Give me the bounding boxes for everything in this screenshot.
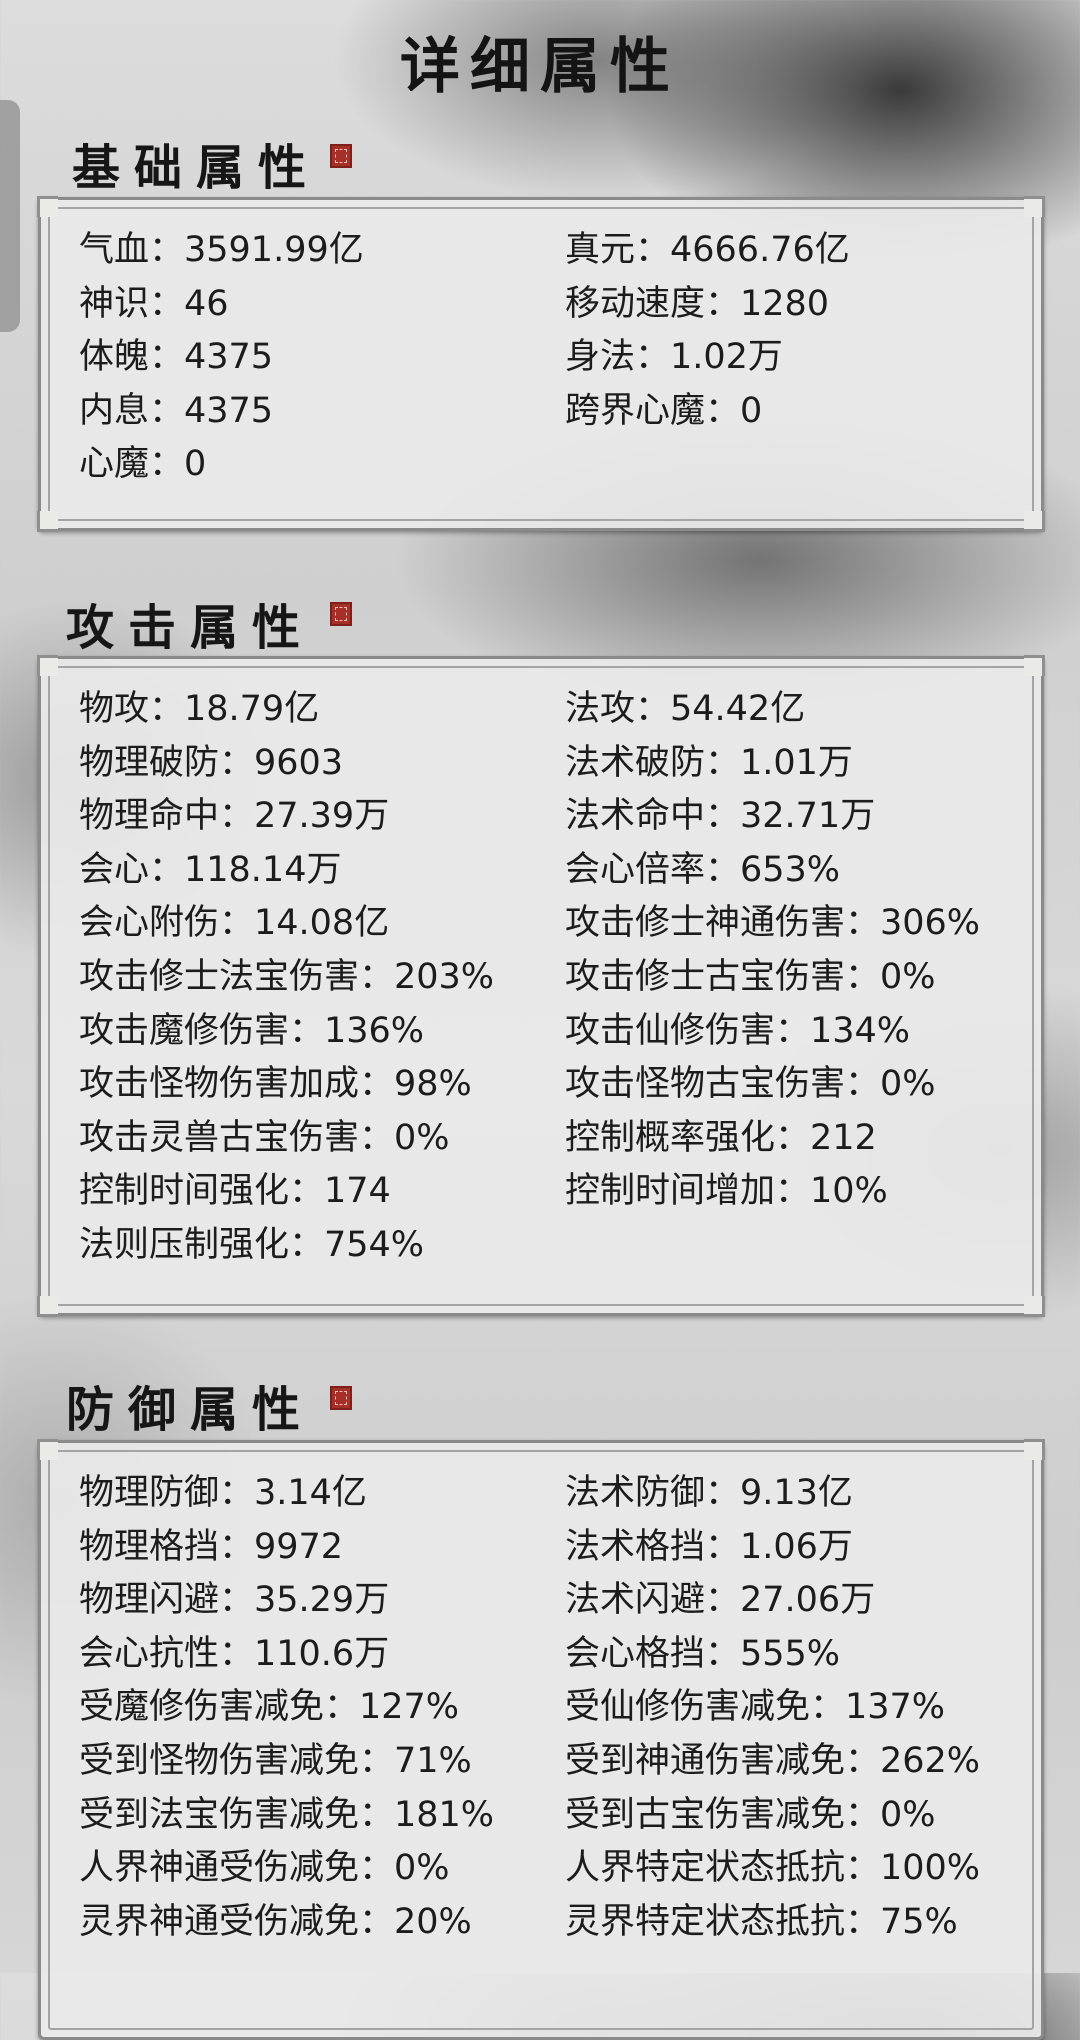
attr-vs-cultivator-ancient: 攻击修士古宝伤害：0% (565, 956, 936, 997)
attr-ancient-damage-reduction: 受到古宝伤害减免：0% (565, 1794, 936, 1835)
page-title: 详细属性 (400, 32, 680, 102)
attr-control-chance: 控制概率强化：212 (565, 1117, 877, 1158)
attr-immortal-damage-reduction: 受仙修伤害减免：137% (565, 1687, 946, 1728)
section-title-defense: 防御属性 (66, 1382, 315, 1438)
seal-stamp-icon (330, 1386, 352, 1410)
attr-crit-resist: 会心抗性：110.6万 (79, 1633, 390, 1674)
seal-stamp-icon (330, 602, 352, 626)
attr-physical-attack: 物攻：18.79亿 (79, 689, 320, 729)
attr-xinmo: 心魔：0 (79, 444, 207, 485)
attr-physical-block: 物理格挡：9972 (79, 1526, 344, 1567)
defense-attributes-grid: 物理防御：3.14亿 法术防御：9.13亿 物理格挡：9972 法术格挡：1.0… (79, 1467, 1021, 1949)
attr-magic-attack: 法攻：54.42亿 (565, 689, 806, 729)
attr-vs-cultivator-artifact: 攻击修士法宝伤害：203% (79, 956, 495, 997)
attr-crit-rate: 会心倍率：653% (565, 849, 841, 890)
attr-demon-damage-reduction: 受魔修伤害减免：127% (79, 1687, 460, 1728)
attr-neixi: 内息：4375 (79, 390, 274, 431)
attr-spirit-realm-skill-reduction: 灵界神通受伤减免：20% (79, 1901, 472, 1942)
attack-attributes-grid: 物攻：18.79亿 法攻：54.42亿 物理破防：9603 法术破防：1.01万… (79, 683, 1021, 1273)
seal-stamp-icon (330, 144, 352, 168)
section-title-attack: 攻击属性 (66, 600, 315, 656)
section-title-basic: 基础属性 (72, 140, 321, 196)
attr-magic-hit: 法术命中：32.71万 (565, 796, 876, 837)
attr-magic-penetration: 法术破防：1.01万 (565, 742, 853, 783)
attr-zhenyuan: 真元：4666.76亿 (565, 230, 850, 270)
side-drawer-handle[interactable] (0, 100, 20, 332)
attr-physical-penetration: 物理破防：9603 (79, 742, 344, 783)
attack-attributes-panel: 物攻：18.79亿 法攻：54.42亿 物理破防：9603 法术破防：1.01万… (37, 655, 1045, 1317)
attr-human-realm-status-resist: 人界特定状态抵抗：100% (565, 1848, 981, 1889)
attr-magic-defense: 法术防御：9.13亿 (565, 1473, 853, 1513)
attr-vs-beast-ancient: 攻击灵兽古宝伤害：0% (79, 1117, 450, 1158)
attr-vs-cultivator-skill: 攻击修士神通伤害：306% (565, 903, 981, 944)
attr-spirit-realm-status-resist: 灵界特定状态抵抗：75% (565, 1901, 958, 1942)
attr-physical-dodge: 物理闪避：35.29万 (79, 1580, 390, 1621)
attr-crit-extra-damage: 会心附伤：14.08亿 (79, 903, 390, 944)
attr-tipo: 体魄：4375 (79, 337, 274, 378)
attr-vs-immortal-cultivator: 攻击仙修伤害：134% (565, 1010, 911, 1051)
attr-artifact-damage-reduction: 受到法宝伤害减免：181% (79, 1794, 495, 1835)
attr-move-speed: 移动速度：1280 (565, 283, 830, 324)
attr-shenshi: 神识：46 (79, 283, 229, 324)
attr-crit-block: 会心格挡：555% (565, 1633, 841, 1674)
attr-vs-monster-ancient: 攻击怪物古宝伤害：0% (565, 1064, 936, 1105)
attr-hp: 气血：3591.99亿 (79, 230, 364, 270)
attr-control-time-increase: 控制时间增加：10% (565, 1171, 888, 1212)
attr-physical-hit: 物理命中：27.39万 (79, 796, 390, 837)
attr-shenfa: 身法：1.02万 (565, 337, 783, 378)
basic-attributes-grid: 气血：3591.99亿 真元：4666.76亿 神识：46 移动速度：1280 … (79, 224, 1021, 492)
basic-attributes-panel: 气血：3591.99亿 真元：4666.76亿 神识：46 移动速度：1280 … (37, 196, 1045, 532)
attr-vs-demon-cultivator: 攻击魔修伤害：136% (79, 1010, 425, 1051)
attr-magic-block: 法术格挡：1.06万 (565, 1526, 853, 1567)
attr-human-realm-skill-reduction: 人界神通受伤减免：0% (79, 1848, 450, 1889)
attr-law-suppression: 法则压制强化：754% (79, 1224, 425, 1265)
attr-monster-damage-reduction: 受到怪物伤害减免：71% (79, 1740, 472, 1781)
attr-control-time-boost: 控制时间强化：174 (79, 1171, 391, 1212)
attr-physical-defense: 物理防御：3.14亿 (79, 1473, 367, 1513)
attr-crit: 会心：118.14万 (79, 849, 342, 890)
attr-vs-monster-bonus: 攻击怪物伤害加成：98% (79, 1064, 472, 1105)
attr-cross-demon: 跨界心魔：0 (565, 390, 763, 431)
attr-skill-damage-reduction: 受到神通伤害减免：262% (565, 1740, 981, 1781)
defense-attributes-panel: 物理防御：3.14亿 法术防御：9.13亿 物理格挡：9972 法术格挡：1.0… (37, 1439, 1045, 2040)
attr-magic-dodge: 法术闪避：27.06万 (565, 1580, 876, 1621)
